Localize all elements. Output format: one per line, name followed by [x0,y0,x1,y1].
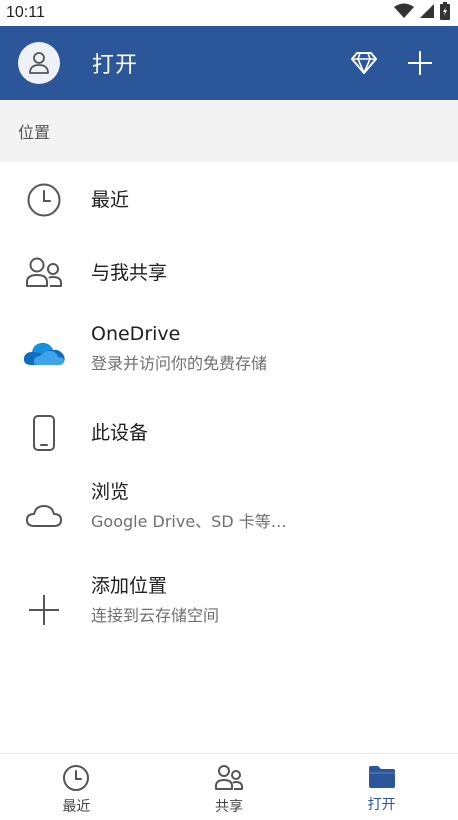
location-label: 浏览 [91,481,130,503]
phone-icon [22,411,66,455]
location-add-place[interactable]: 添加位置 连接到云存储空间 [0,563,458,657]
clock-icon [22,178,66,222]
nav-label: 最近 [62,799,91,815]
plus-icon [22,588,66,632]
location-label: 与我共享 [91,262,168,284]
plus-icon [408,51,432,75]
people-icon [215,765,243,790]
location-subtitle: 连接到云存储空间 [91,606,220,625]
bottom-navigation: 最近 共享 打开 [0,753,458,820]
location-onedrive[interactable]: OneDrive 登录并访问你的免费存储 [0,309,458,397]
onedrive-cloud-icon [22,331,66,375]
new-document-button[interactable] [400,43,440,83]
location-recent[interactable]: 最近 [0,162,458,237]
location-shared[interactable]: 与我共享 [0,237,458,309]
clock-icon [63,765,90,791]
location-subtitle: Google Drive、SD 卡等… [91,512,287,531]
premium-button[interactable] [344,43,384,83]
location-label: 此设备 [91,422,149,444]
section-header-locations: 位置 [0,100,458,162]
location-label: 最近 [91,188,130,211]
person-icon [29,52,49,74]
nav-label: 打开 [367,797,396,813]
cloud-outline-icon [22,494,66,538]
status-time: 10:11 [6,4,45,21]
nav-label: 共享 [215,799,243,815]
location-label: OneDrive [91,323,181,345]
signal-icon [419,3,435,23]
page-title: 打开 [92,53,139,78]
nav-tab-recent[interactable]: 最近 [0,754,153,820]
app-bar: 打开 [0,26,458,100]
battery-icon [440,2,450,24]
folder-icon [368,766,395,788]
nav-tab-shared[interactable]: 共享 [153,754,306,820]
diamond-icon [351,52,377,74]
avatar[interactable] [18,42,60,84]
wifi-icon [394,3,414,23]
location-browse[interactable]: 浏览 Google Drive、SD 卡等… [0,469,458,563]
location-subtitle: 登录并访问你的免费存储 [91,354,268,373]
locations-list: 最近 与我共享 OneDrive 登录并访问你的免费存储 此设备 浏览 Goog… [0,162,458,657]
nav-tab-open[interactable]: 打开 [305,754,458,820]
people-icon [22,251,66,295]
location-label: 添加位置 [91,575,168,597]
location-this-device[interactable]: 此设备 [0,397,458,469]
status-bar: 10:11 [0,0,458,26]
status-icons [394,2,450,24]
